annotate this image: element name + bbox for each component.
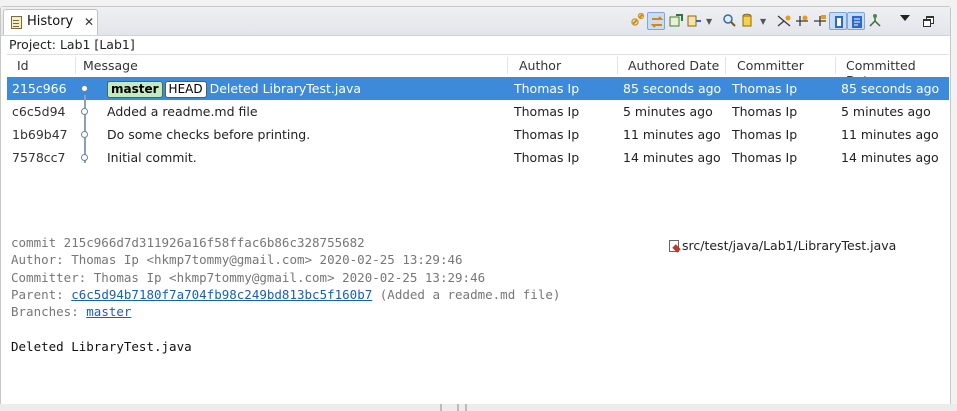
commit-message: Do some checks before printing. — [107, 127, 311, 142]
close-icon[interactable]: ✕ — [84, 15, 94, 29]
commit-committed-date: 5 minutes ago — [841, 104, 931, 119]
commit-committed-date: 11 minutes ago — [841, 127, 939, 142]
column-separator[interactable] — [75, 57, 76, 74]
commit-author: Thomas Ip — [514, 127, 580, 142]
tab-label: History — [27, 14, 74, 29]
commit-row[interactable]: 7578cc7 Initial commit. Thomas Ip 14 min… — [7, 146, 949, 169]
committer-line: Committer: Thomas Ip <hkmp7tommy@gmail.c… — [11, 269, 486, 285]
history-icon — [11, 16, 22, 29]
sash-grip[interactable] — [465, 404, 467, 411]
history-view: History ✕ ▼ ▼ Project: Lab1 [Lab1] Id Me… — [0, 6, 951, 407]
head-badge[interactable]: HEAD — [164, 81, 207, 98]
commit-message-text: Deleted LibraryTest.java — [209, 81, 362, 96]
project-label: Project: Lab1 [Lab1] — [9, 37, 135, 52]
commit-row[interactable]: c6c5d94 Added a readme.md file Thomas Ip… — [7, 100, 949, 123]
show-additional-refs-icon[interactable] — [793, 12, 811, 30]
tab-bar: History ✕ ▼ ▼ — [1, 7, 950, 36]
commit-row[interactable]: 1b69b47 Do some checks before printing. … — [7, 123, 949, 146]
parent-line: Parent: c6c5d94b7180f7a704fb98c249bd813b… — [11, 286, 560, 303]
column-message[interactable]: Message — [83, 58, 138, 73]
branches-line: Branches: master — [11, 303, 560, 320]
link-with-selection-icon[interactable] — [629, 12, 647, 30]
show-dropdown-icon[interactable]: ▼ — [760, 17, 766, 26]
sash-grip[interactable] — [457, 404, 459, 411]
restore-icon[interactable] — [923, 16, 934, 27]
commit-id: 215c966 — [12, 81, 67, 96]
commit-graph-node — [81, 85, 88, 92]
commit-id: c6c5d94 — [12, 104, 66, 119]
commit-author: Thomas Ip — [514, 150, 580, 165]
commit-authored-date: 11 minutes ago — [623, 127, 721, 142]
commit-message: master HEAD Deleted LibraryTest.java — [107, 81, 361, 98]
tab-history[interactable]: History ✕ — [3, 9, 98, 35]
commit-details: commit 215c966d7d311926a16f58ffac6b86c32… — [11, 234, 560, 355]
column-id[interactable]: Id — [17, 58, 29, 73]
changed-file-path: src/test/java/Lab1/LibraryTest.java — [682, 238, 897, 253]
show-all-branches-icon[interactable] — [647, 12, 665, 30]
show-notes-icon[interactable] — [847, 12, 865, 30]
show-all-changes-icon[interactable] — [685, 12, 703, 30]
commit-graph-node — [81, 108, 88, 115]
commit-author: Thomas Ip — [514, 104, 580, 119]
commit-committed-date: 14 minutes ago — [841, 150, 939, 165]
commit-committer: Thomas Ip — [732, 150, 798, 165]
compare-mode-icon[interactable] — [667, 12, 685, 30]
commit-graph-node — [81, 131, 88, 138]
column-separator[interactable] — [507, 57, 508, 74]
commit-id: 7578cc7 — [12, 150, 66, 165]
show-repository-icon[interactable] — [738, 12, 756, 30]
search-icon[interactable] — [720, 12, 738, 30]
commit-graph-node — [81, 154, 88, 161]
column-separator[interactable] — [617, 57, 618, 74]
commit-author: Thomas Ip — [514, 81, 580, 96]
branch-link[interactable]: master — [86, 304, 131, 319]
commit-hash-line: commit 215c966d7d311926a16f58ffac6b86c32… — [11, 235, 365, 250]
commit-authored-date: 85 seconds ago — [623, 81, 722, 96]
column-separator[interactable] — [725, 57, 726, 74]
column-authored-date[interactable]: Authored Date — [628, 58, 719, 73]
commit-message: Initial commit. — [107, 150, 197, 165]
commit-row[interactable]: 215c966 master HEAD Deleted LibraryTest.ja… — [7, 77, 949, 100]
branches-prefix: Branches: — [11, 304, 87, 320]
commit-id: 1b69b47 — [12, 127, 68, 142]
column-separator[interactable] — [835, 57, 836, 74]
horizontal-scrollbar[interactable] — [0, 404, 957, 411]
commit-authored-date: 5 minutes ago — [623, 104, 713, 119]
show-commit-graph-icon[interactable] — [866, 12, 884, 30]
commit-message: Added a readme.md file — [107, 104, 258, 119]
parent-hash-link[interactable]: c6c5d94b7180f7a704fb98c249bd813bc5f160b7 — [71, 287, 372, 302]
filter-dropdown-icon[interactable]: ▼ — [706, 17, 712, 26]
sash-grip[interactable] — [440, 404, 442, 411]
table-header: Id Message Author Authored Date Committe… — [7, 54, 949, 88]
show-branch-sequence-icon[interactable] — [829, 12, 847, 30]
parent-prefix: Parent: — [11, 286, 72, 302]
commit-full-message: Deleted LibraryTest.java — [11, 338, 192, 354]
parent-suffix: (Added a readme.md file) — [372, 286, 561, 302]
deleted-file-icon — [669, 240, 679, 252]
branch-badge-master[interactable]: master — [107, 81, 163, 98]
commit-committer: Thomas Ip — [732, 104, 798, 119]
column-author[interactable]: Author — [519, 58, 561, 73]
commit-authored-date: 14 minutes ago — [623, 150, 721, 165]
commit-committer: Thomas Ip — [732, 127, 798, 142]
show-tags-icon[interactable] — [811, 12, 829, 30]
commit-graph-line — [84, 95, 86, 163]
author-line: Author: Thomas Ip <hkmp7tommy@gmail.com>… — [11, 252, 463, 268]
column-committer[interactable]: Committer — [737, 58, 804, 73]
view-menu-icon[interactable] — [900, 15, 910, 21]
show-first-parent-icon[interactable] — [775, 12, 793, 30]
changed-file-item[interactable]: src/test/java/Lab1/LibraryTest.java — [669, 238, 896, 253]
commit-committed-date: 85 seconds ago — [841, 81, 940, 96]
commit-committer: Thomas Ip — [732, 81, 798, 96]
